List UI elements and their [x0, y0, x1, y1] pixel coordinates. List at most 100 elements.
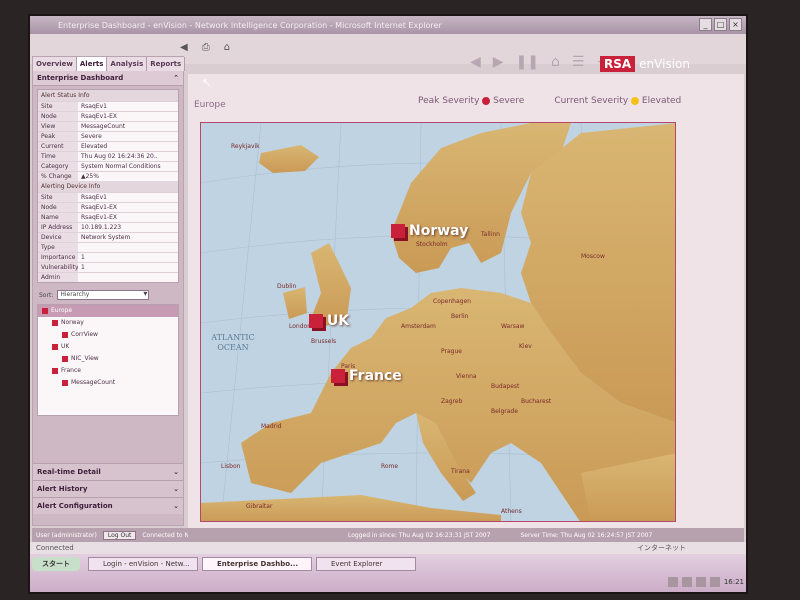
tree-node-label: UK — [61, 343, 70, 350]
accordion-realtime-detail[interactable]: Real-time Detail ⌄ — [33, 463, 183, 480]
info-key: Name — [38, 213, 78, 222]
info-row: Type — [38, 242, 178, 252]
info-row: View MessageCount — [38, 121, 178, 131]
map-alert-marker[interactable]: UK — [309, 313, 349, 329]
tree-node[interactable]: Europe — [38, 305, 178, 317]
sort-label: Sort: — [39, 291, 54, 299]
info-value: 1 — [78, 253, 178, 262]
tree-node-label: Europe — [51, 307, 73, 314]
info-value: RsaqEv1-EX — [78, 112, 178, 121]
expand-icon[interactable]: ⌄ — [173, 502, 179, 510]
tree-node[interactable]: France — [38, 365, 178, 377]
alert-status-heading: Alert Status Info — [38, 90, 178, 101]
tab-analysis[interactable]: Analysis — [107, 57, 148, 71]
close-button[interactable]: × — [729, 18, 742, 31]
tree-node-label: NIC_View — [71, 355, 99, 362]
app-toolbar: ◀ ⎙ ⌂ — [180, 42, 230, 53]
info-key: % Change — [38, 172, 78, 181]
tree-node[interactable]: NIC_View — [38, 353, 178, 365]
map-city-label: Kiev — [519, 343, 532, 350]
collapse-icon[interactable]: ⌃ — [173, 74, 179, 82]
tray-ime-icon[interactable] — [667, 577, 678, 587]
print-icon[interactable]: ⎙ — [202, 42, 210, 53]
map-city-label: Gibraltar — [246, 503, 273, 510]
logout-button[interactable]: Log Out — [102, 530, 137, 540]
expand-icon[interactable]: ⌄ — [173, 468, 179, 476]
info-row: Site RsaqEv1 — [38, 101, 178, 111]
ocean-label: ATLANTIC OCEAN — [211, 333, 255, 352]
tab-overview[interactable]: Overview — [33, 57, 77, 71]
info-value: Network System — [78, 233, 178, 242]
home-icon[interactable]: ⌂ — [224, 42, 230, 53]
info-value: System Normal Conditions — [78, 162, 178, 171]
info-key: Node — [38, 203, 78, 212]
nav-back-icon[interactable]: ◀ — [470, 54, 481, 70]
tree-node[interactable]: UK — [38, 341, 178, 353]
node-alert-icon — [52, 344, 58, 350]
node-alert-icon — [52, 320, 58, 326]
info-value: 10.189.1.223 — [78, 223, 178, 232]
map-city-label: Budapest — [491, 383, 520, 390]
current-severity-label: Current Severity — [554, 96, 629, 106]
info-value: 1 — [78, 263, 178, 272]
map-city-label: Berlin — [451, 313, 469, 320]
browser-status-text: Connected — [36, 544, 74, 552]
tree-node[interactable]: MessageCount — [38, 377, 178, 389]
info-value: Severe — [78, 132, 178, 141]
map-alert-label: France — [349, 368, 402, 384]
info-key: Site — [38, 193, 78, 202]
map-city-label: London — [289, 323, 311, 330]
info-key: Vulnerability — [38, 263, 79, 272]
europe-map[interactable]: Reykjavik Stockholm Tallinn Moscow Dublin Lon… — [200, 122, 676, 522]
info-row: Current Elevated — [38, 141, 178, 151]
menu-icon[interactable]: ☰ — [572, 54, 585, 70]
expand-icon[interactable]: ⌄ — [173, 485, 179, 493]
info-key: Device Class — [38, 233, 78, 251]
system-tray: 16:21 — [534, 574, 744, 590]
home-icon[interactable]: ⌂ — [551, 54, 560, 70]
info-key: Node — [38, 112, 78, 121]
map-alert-marker[interactable]: France — [331, 368, 402, 384]
tree-node[interactable]: Norway — [38, 317, 178, 329]
maximize-button[interactable]: □ — [714, 18, 727, 31]
sort-select[interactable]: Hierarchy — [57, 289, 150, 300]
map-panel: Europe Peak Severity Severe Current Seve… — [188, 74, 744, 528]
tab-reports[interactable]: Reports — [147, 57, 186, 71]
map-city-label: Rome — [381, 463, 399, 470]
tab-alerts[interactable]: Alerts — [76, 57, 108, 71]
accordion-alert-configuration[interactable]: Alert Configuration ⌄ — [33, 497, 183, 514]
window-controls: _ □ × — [699, 18, 742, 31]
tray-network-icon[interactable] — [681, 577, 692, 587]
info-row: Time Thu Aug 02 16:24:36 20.. — [38, 151, 178, 161]
taskbar-item-login[interactable]: Login - enVision - Netw... — [88, 557, 198, 571]
info-key: IP Address — [38, 223, 78, 232]
session-status: Logged in since: Thu Aug 02 16:23:31 JST… — [188, 528, 744, 542]
map-city-label: Copenhagen — [433, 298, 471, 305]
info-value: ▲25% — [78, 172, 178, 181]
taskbar-item-dashboard[interactable]: Enterprise Dashbo... — [202, 557, 312, 571]
map-city-label: Amsterdam — [401, 323, 436, 330]
back-icon[interactable]: ◀ — [180, 42, 188, 53]
tree-node[interactable]: CorrView — [38, 329, 178, 341]
nav-forward-icon[interactable]: ▶ — [493, 54, 504, 70]
info-key: Type — [38, 243, 78, 252]
taskbar-item-event-explorer[interactable]: Event Explorer — [316, 557, 416, 571]
map-city-label: Vienna — [456, 373, 477, 380]
alerting-device-heading: Alerting Device Info — [38, 181, 178, 192]
map-alert-marker[interactable]: Norway — [391, 223, 468, 239]
pause-icon[interactable]: ❚❚ — [516, 54, 539, 70]
tray-volume-icon[interactable] — [695, 577, 706, 587]
dashboard-header[interactable]: Enterprise Dashboard ⌃ — [33, 71, 183, 86]
accordion-alert-history[interactable]: Alert History ⌄ — [33, 480, 183, 497]
info-row: Category System Normal Conditions — [38, 161, 178, 171]
tray-security-icon[interactable] — [709, 577, 720, 587]
start-button[interactable]: スタート — [32, 557, 80, 571]
logged-in-since: Logged in since: Thu Aug 02 16:23:31 JST… — [348, 531, 491, 539]
accordion-label: Alert Configuration — [37, 502, 113, 510]
severe-alert-icon — [331, 369, 345, 383]
map-city-label: Tallinn — [481, 231, 500, 238]
info-value — [78, 243, 178, 252]
minimize-button[interactable]: _ — [699, 18, 712, 31]
main-tabs: Overview Alerts Analysis Reports — [33, 57, 186, 71]
peak-severity-label: Peak Severity — [418, 96, 480, 106]
